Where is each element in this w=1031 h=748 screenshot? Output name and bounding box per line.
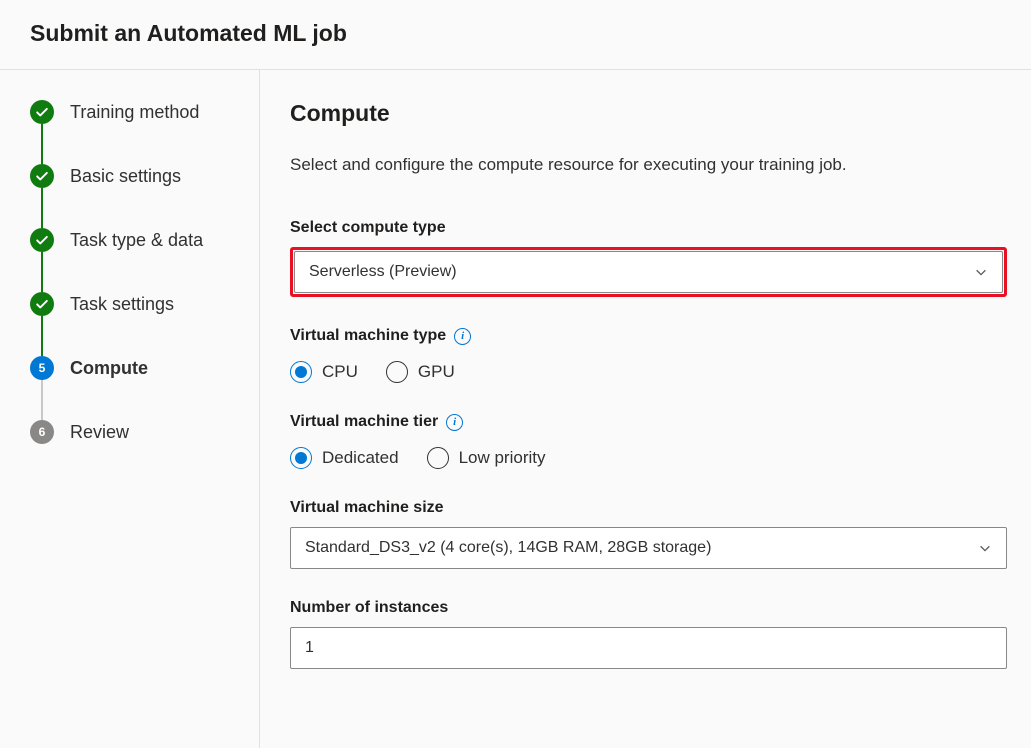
check-icon	[30, 228, 54, 252]
instances-field: Number of instances	[290, 599, 1007, 669]
step-task-settings[interactable]: Task settings	[30, 292, 239, 316]
compute-type-label: Select compute type	[290, 219, 1007, 237]
radio-icon-checked	[290, 361, 312, 383]
current-step-icon: 5	[30, 356, 54, 380]
step-training-method[interactable]: Training method	[30, 100, 239, 124]
info-icon[interactable]: i	[446, 414, 463, 431]
radio-label: Low priority	[459, 448, 546, 468]
vm-size-value: Standard_DS3_v2 (4 core(s), 14GB RAM, 28…	[305, 539, 711, 557]
vm-type-label: Virtual machine type i	[290, 327, 1007, 345]
step-connector	[41, 252, 43, 292]
content-area: Training method Basic settings Task type…	[0, 70, 1031, 748]
vm-tier-dedicated-radio[interactable]: Dedicated	[290, 447, 399, 469]
step-connector	[41, 188, 43, 228]
check-icon	[30, 164, 54, 188]
info-icon[interactable]: i	[454, 328, 471, 345]
step-label: Task settings	[70, 294, 174, 315]
vm-size-field: Virtual machine size Standard_DS3_v2 (4 …	[290, 499, 1007, 569]
chevron-down-icon	[978, 541, 992, 555]
step-label: Training method	[70, 102, 199, 123]
check-icon	[30, 292, 54, 316]
instances-label: Number of instances	[290, 599, 1007, 617]
section-title: Compute	[290, 100, 1007, 127]
compute-type-value: Serverless (Preview)	[309, 263, 457, 281]
step-label: Review	[70, 422, 129, 443]
step-connector	[41, 316, 43, 356]
vm-type-gpu-radio[interactable]: GPU	[386, 361, 455, 383]
step-label: Basic settings	[70, 166, 181, 187]
page-header: Submit an Automated ML job	[0, 0, 1031, 70]
radio-icon-unchecked	[386, 361, 408, 383]
page-title: Submit an Automated ML job	[30, 20, 1001, 47]
main-panel: Compute Select and configure the compute…	[260, 70, 1031, 748]
vm-size-select[interactable]: Standard_DS3_v2 (4 core(s), 14GB RAM, 28…	[290, 527, 1007, 569]
highlighted-dropdown: Serverless (Preview)	[290, 247, 1007, 297]
pending-step-icon: 6	[30, 420, 54, 444]
radio-icon-unchecked	[427, 447, 449, 469]
vm-tier-radios: Dedicated Low priority	[290, 447, 1007, 469]
section-description: Select and configure the compute resourc…	[290, 155, 1007, 175]
compute-type-field: Select compute type Serverless (Preview)	[290, 219, 1007, 297]
step-label: Compute	[70, 358, 148, 379]
step-compute[interactable]: 5 Compute	[30, 356, 239, 380]
radio-icon-checked	[290, 447, 312, 469]
vm-type-field: Virtual machine type i CPU GPU	[290, 327, 1007, 383]
vm-type-radios: CPU GPU	[290, 361, 1007, 383]
vm-tier-low-priority-radio[interactable]: Low priority	[427, 447, 546, 469]
step-label: Task type & data	[70, 230, 203, 251]
vm-type-cpu-radio[interactable]: CPU	[290, 361, 358, 383]
wizard-sidebar: Training method Basic settings Task type…	[0, 70, 260, 748]
radio-label: Dedicated	[322, 448, 399, 468]
vm-tier-label: Virtual machine tier i	[290, 413, 1007, 431]
chevron-down-icon	[974, 265, 988, 279]
check-icon	[30, 100, 54, 124]
radio-label: CPU	[322, 362, 358, 382]
step-connector	[41, 124, 43, 164]
step-task-type-data[interactable]: Task type & data	[30, 228, 239, 252]
step-connector	[41, 380, 43, 420]
instances-input[interactable]	[290, 627, 1007, 669]
vm-size-label: Virtual machine size	[290, 499, 1007, 517]
vm-tier-field: Virtual machine tier i Dedicated Low pri…	[290, 413, 1007, 469]
compute-type-select[interactable]: Serverless (Preview)	[294, 251, 1003, 293]
step-basic-settings[interactable]: Basic settings	[30, 164, 239, 188]
radio-label: GPU	[418, 362, 455, 382]
step-review[interactable]: 6 Review	[30, 420, 239, 444]
